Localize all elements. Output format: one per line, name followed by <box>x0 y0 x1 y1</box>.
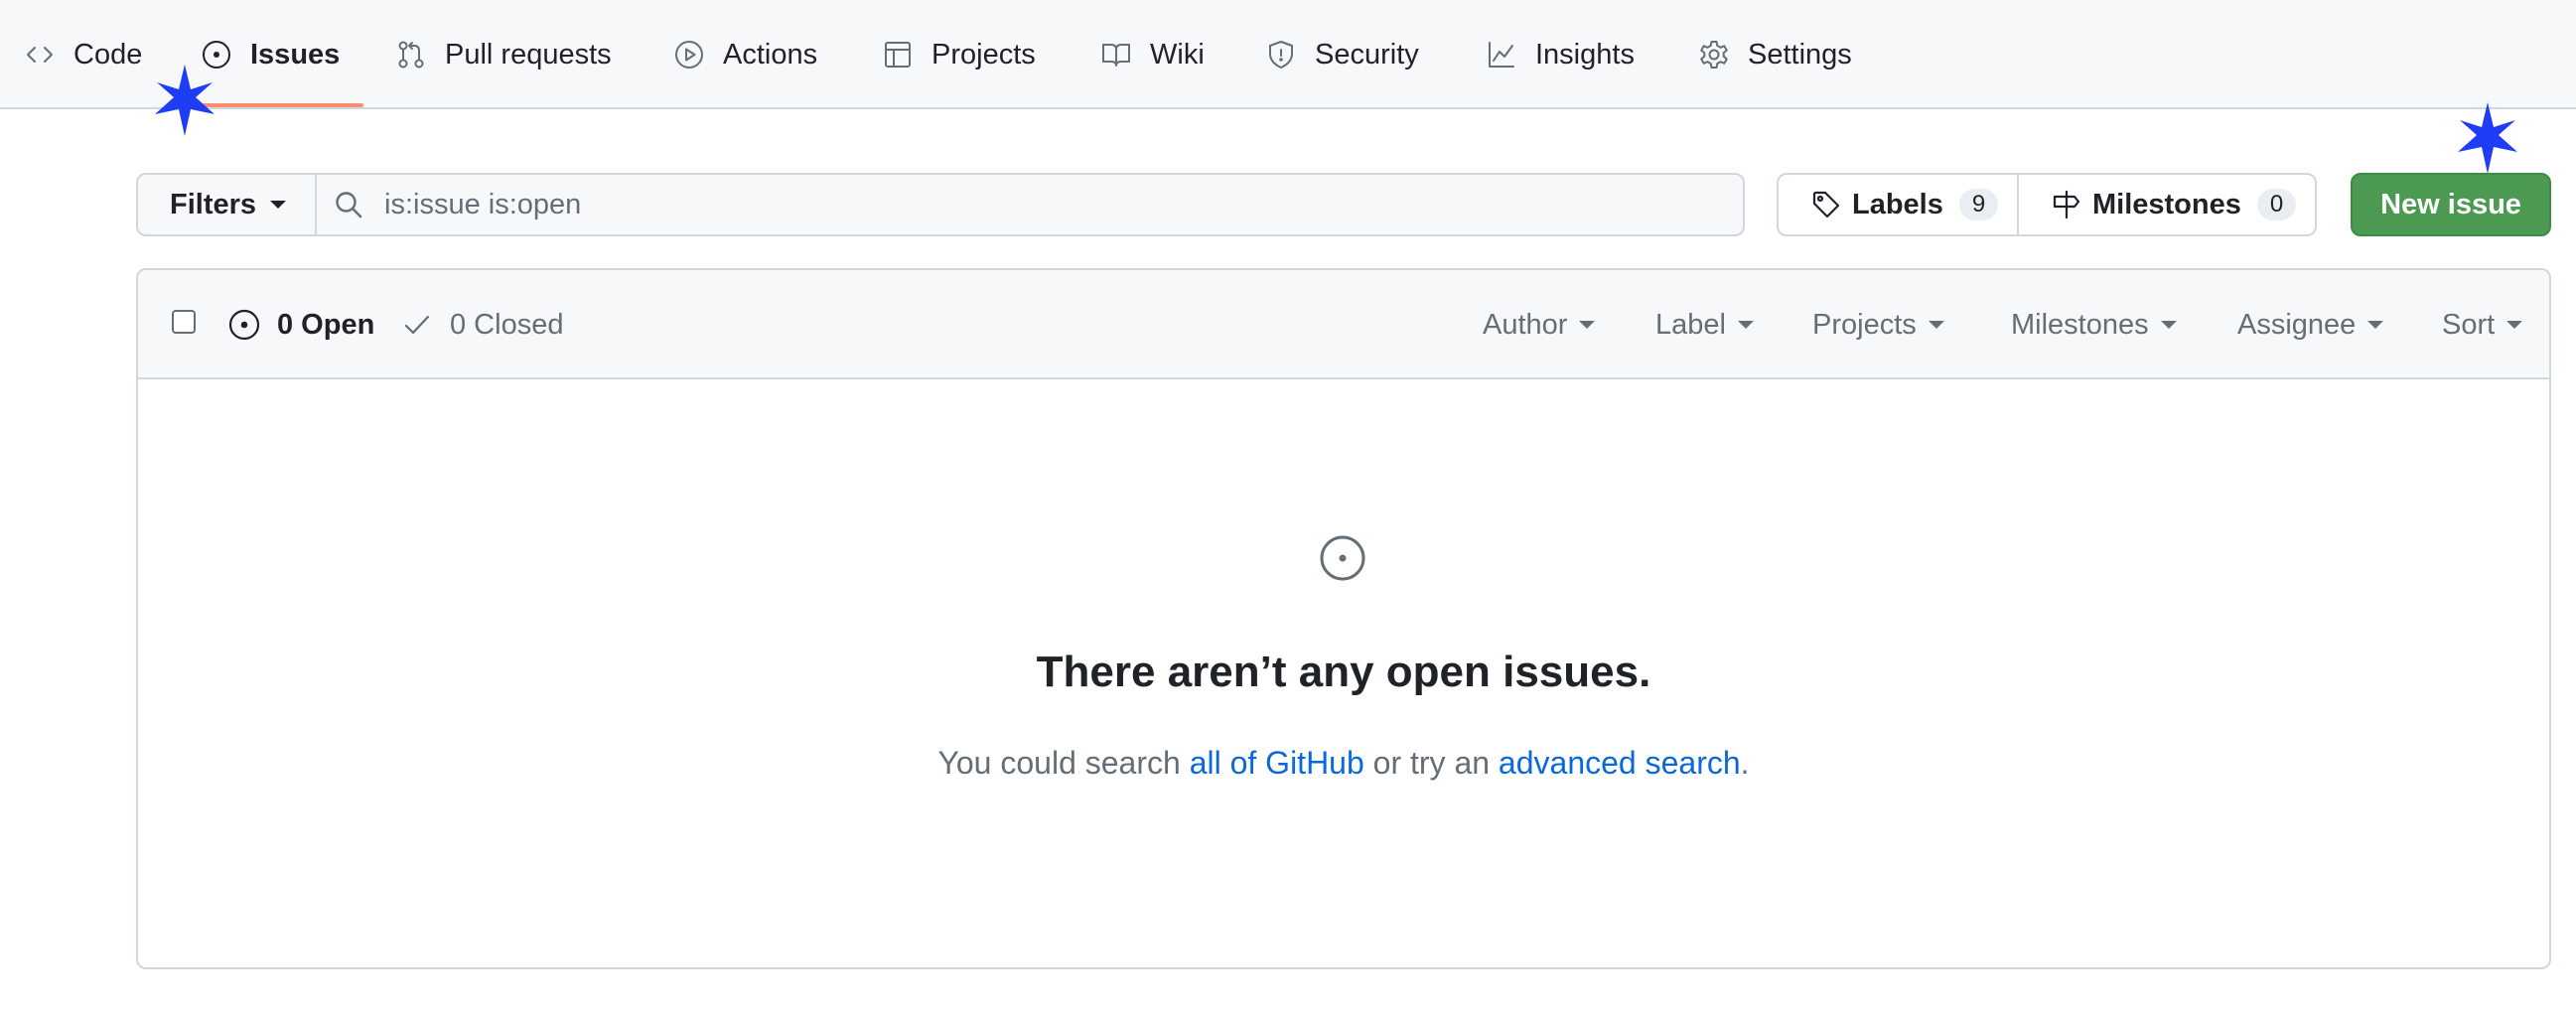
chevron-down-icon <box>270 201 287 209</box>
search-icon <box>336 192 362 218</box>
milestones-count: 0 <box>2256 189 2297 220</box>
blankslate-text-middle: or try an <box>1363 745 1499 781</box>
projects-filter[interactable]: Projects <box>1812 270 1944 379</box>
tab-settings[interactable]: Settings <box>1698 0 1852 109</box>
author-filter[interactable]: Author <box>1483 270 1596 379</box>
issue-opened-icon <box>1320 535 1365 581</box>
tab-actions[interactable]: Actions <box>673 0 817 109</box>
blankslate-text-after: . <box>1740 745 1750 781</box>
tab-pull-requests[interactable]: Pull requests <box>395 0 612 109</box>
assignee-filter-label: Assignee <box>2237 308 2357 341</box>
check-icon <box>404 315 430 335</box>
open-issues-filter[interactable]: 0 Open <box>227 270 374 379</box>
graph-icon <box>1489 42 1514 68</box>
milestones-filter[interactable]: Milestones <box>2011 270 2177 379</box>
sparkle-star-icon <box>2458 102 2517 174</box>
milestone-icon <box>2053 190 2080 219</box>
tab-pull-requests-label: Pull requests <box>445 38 612 71</box>
select-all-checkbox[interactable] <box>172 310 196 334</box>
issue-search[interactable] <box>315 173 1745 236</box>
tab-security-label: Security <box>1315 38 1419 71</box>
sparkle-star-icon <box>155 65 215 136</box>
search-input[interactable] <box>384 188 1675 221</box>
tab-wiki[interactable]: Wiki <box>1100 0 1205 109</box>
tab-projects[interactable]: Projects <box>882 0 1036 109</box>
tab-issues-label: Issues <box>250 38 341 71</box>
open-count-label: 0 Open <box>277 308 375 341</box>
tab-wiki-label: Wiki <box>1150 38 1205 71</box>
labels-button[interactable]: Labels 9 <box>1777 173 2019 236</box>
milestones-filter-label: Milestones <box>2011 308 2149 341</box>
milestones-button[interactable]: Milestones 0 <box>2017 173 2317 236</box>
milestones-label: Milestones <box>2092 188 2241 220</box>
tab-settings-label: Settings <box>1748 38 1852 71</box>
all-of-github-link[interactable]: all of GitHub <box>1190 745 1364 781</box>
sort-filter[interactable]: Sort <box>2442 270 2523 379</box>
tab-issues[interactable]: Issues <box>201 0 340 109</box>
labels-label: Labels <box>1852 188 1943 220</box>
tag-icon <box>1812 191 1840 218</box>
labels-count: 9 <box>1958 189 1999 220</box>
play-icon <box>675 41 703 69</box>
label-filter-label: Label <box>1655 308 1726 341</box>
tab-insights[interactable]: Insights <box>1486 0 1635 109</box>
tab-projects-label: Projects <box>931 38 1036 71</box>
advanced-search-link[interactable]: advanced search <box>1499 745 1741 781</box>
projects-filter-label: Projects <box>1812 308 1917 341</box>
new-issue-button[interactable]: New issue <box>2351 173 2551 236</box>
code-icon <box>27 47 53 63</box>
git-pull-request-icon <box>398 41 424 69</box>
tab-code[interactable]: Code <box>24 0 142 109</box>
tab-security[interactable]: Security <box>1265 0 1419 109</box>
shield-icon <box>1269 41 1293 69</box>
tab-insights-label: Insights <box>1535 38 1635 71</box>
author-filter-label: Author <box>1483 308 1568 341</box>
tab-actions-label: Actions <box>723 38 818 71</box>
assignee-filter[interactable]: Assignee <box>2237 270 2384 379</box>
issues-list: 0 Open 0 Closed Author Label Projects Mi… <box>136 268 2551 969</box>
sort-filter-label: Sort <box>2442 308 2496 341</box>
gear-icon <box>1700 41 1728 69</box>
closed-count-label: 0 Closed <box>450 308 564 341</box>
chevron-down-icon <box>2506 321 2523 329</box>
book-icon <box>1102 44 1130 67</box>
blankslate-title: There aren’t any open issues. <box>1036 648 1651 696</box>
chevron-down-icon <box>1928 321 1944 329</box>
filters-label: Filters <box>170 188 257 220</box>
chevron-down-icon <box>1579 321 1596 329</box>
issue-opened-icon <box>228 309 260 341</box>
chevron-down-icon <box>2160 321 2177 329</box>
closed-issues-filter[interactable]: 0 Closed <box>400 270 563 379</box>
blankslate-text-before: You could search <box>937 745 1190 781</box>
filters-button[interactable]: Filters <box>136 173 317 236</box>
blankslate-description: You could search all of GitHub or try an… <box>0 745 2576 782</box>
tab-code-label: Code <box>73 38 143 71</box>
label-filter[interactable]: Label <box>1655 270 1754 379</box>
chevron-down-icon <box>2367 321 2384 329</box>
issues-list-header: 0 Open 0 Closed Author Label Projects Mi… <box>138 270 2549 379</box>
table-icon <box>885 42 911 68</box>
chevron-down-icon <box>1737 321 1754 329</box>
repo-nav: Code Issues Pull requests Actions Projec… <box>0 0 2576 109</box>
